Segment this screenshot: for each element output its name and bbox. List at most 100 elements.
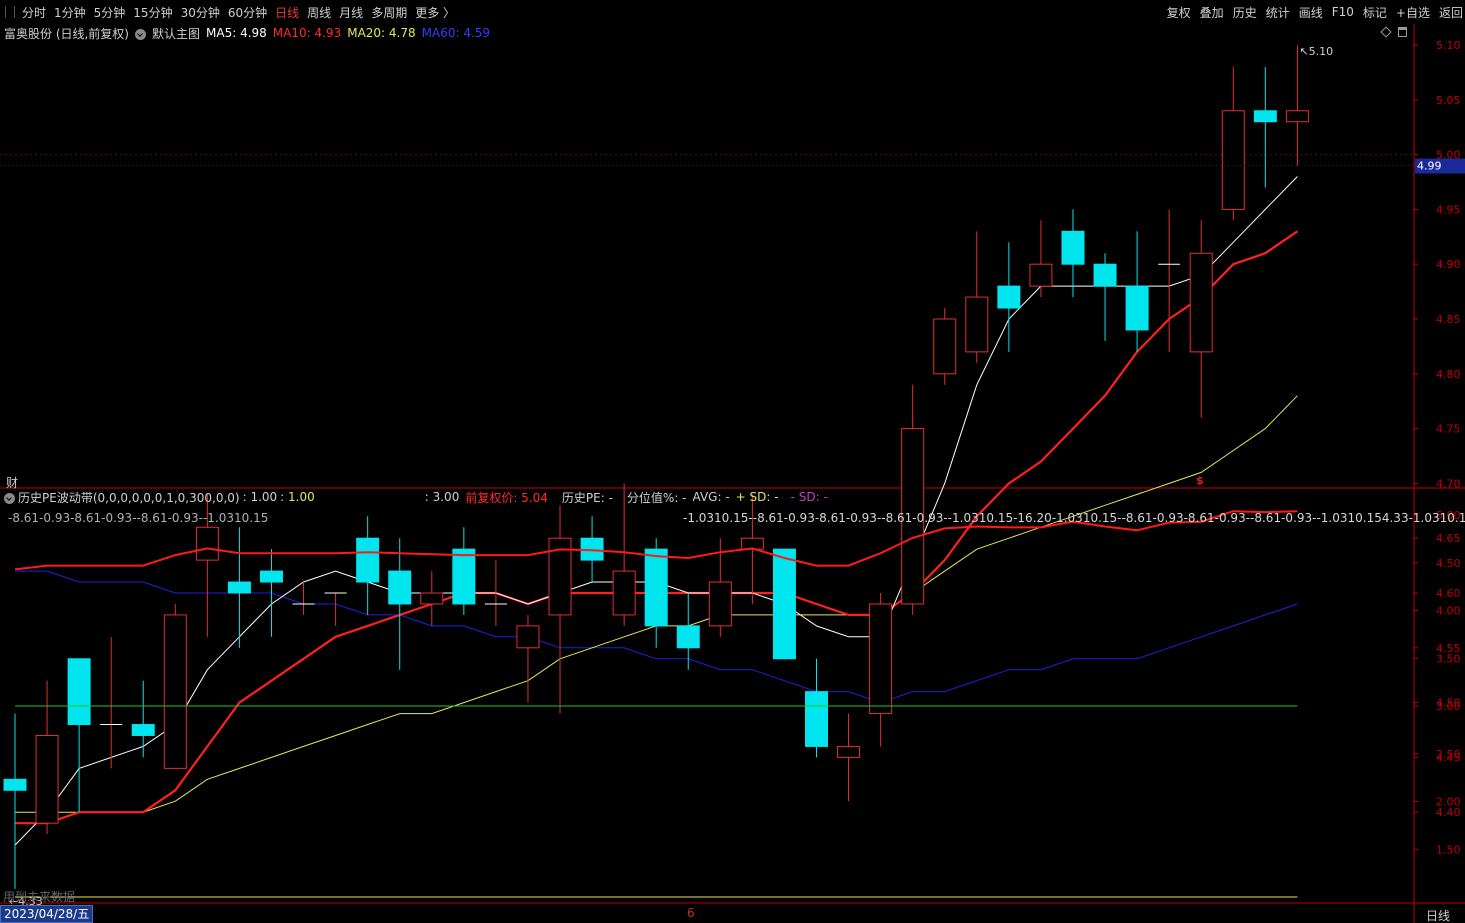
candle [1221, 66, 1245, 221]
candle [805, 658, 828, 758]
candle [163, 603, 187, 769]
y-tick-label: 1.50 [1436, 843, 1461, 856]
candle-body [1029, 263, 1053, 287]
high-price-label: ↖5.10 [1299, 45, 1333, 58]
cursor-date: 2023/04/28/五 [0, 905, 94, 923]
y-tick-label: 4.75 [1436, 423, 1461, 436]
indicator-header: 历史PE波动带(0,0,0,0,0,0,1,0,300,0,0) : 1.00 … [4, 489, 831, 505]
candle-body [516, 625, 540, 649]
candle [548, 505, 572, 714]
candle [227, 527, 251, 648]
candle [1158, 209, 1181, 352]
candle-body [35, 734, 59, 824]
candle-body [965, 296, 989, 353]
y-tick-label: 4.00 [1436, 605, 1461, 618]
candle [676, 593, 700, 670]
candle-body [1285, 110, 1309, 123]
candle [1125, 231, 1149, 352]
candle-body [3, 778, 27, 791]
future-data-note: 用到未来数据 [3, 890, 76, 904]
y-tick-label: 4.50 [1436, 557, 1461, 570]
candle-body [1253, 110, 1277, 123]
y-tick-label: 5.05 [1436, 94, 1461, 107]
candle-body [131, 724, 155, 736]
candle-body [676, 625, 700, 649]
candle [1285, 45, 1309, 166]
candle-body [869, 603, 893, 715]
indicator-text-left: -8.61-0.93-8.61-0.93--8.61-0.93--1.0310.… [8, 511, 269, 525]
candle [131, 680, 155, 758]
candle-body [708, 581, 732, 627]
candle [452, 527, 476, 615]
candle-body [420, 592, 444, 605]
candle [35, 680, 59, 835]
candle-body [1189, 252, 1213, 353]
candle [356, 516, 380, 615]
candle-body [67, 658, 91, 726]
indicator-text-right: -1.0310.15--8.61-0.93-8.61-0.93--8.61-0.… [683, 511, 1465, 525]
candle [837, 713, 861, 802]
y-tick-label: 2.00 [1436, 796, 1461, 809]
current-price-label: 4.99 [1417, 160, 1442, 173]
candle-body [259, 570, 283, 583]
candle-body [356, 537, 380, 583]
candle-body [805, 691, 828, 747]
candle-body [837, 745, 861, 758]
prev-price: 前复权价: 5.04 [465, 490, 548, 505]
candle-body [997, 285, 1021, 309]
candle-body [195, 526, 219, 561]
candle-body [452, 548, 476, 605]
indicator-v1-label: : 1.00 [242, 490, 278, 504]
candle [933, 308, 957, 385]
y-tick-label: 5.10 [1436, 39, 1461, 52]
candle [100, 636, 123, 769]
sd-plus: + SD: - [735, 490, 779, 504]
sd-minus: - SD: - [790, 490, 828, 504]
candle-body [644, 548, 668, 627]
y-tick-label: 4.85 [1436, 313, 1461, 326]
candle [1093, 253, 1117, 341]
candle [1061, 209, 1085, 298]
event-marker[interactable]: $ [1196, 474, 1204, 487]
indicator-v2: : 3.00 [424, 490, 460, 504]
y-tick-label: 2.50 [1436, 748, 1461, 761]
candle-body [933, 318, 957, 375]
candle-body [163, 614, 187, 769]
candle-body [227, 581, 251, 594]
y-tick-label: 4.90 [1436, 258, 1461, 271]
y-tick-label: 4.95 [1436, 203, 1461, 216]
candle [869, 593, 893, 747]
percentile: 分位值%: - [626, 490, 687, 505]
y-tick-label: 4.80 [1436, 368, 1461, 381]
candle [3, 713, 27, 889]
candle-body [612, 570, 636, 616]
candle [388, 538, 412, 670]
candle-body [1125, 285, 1149, 331]
indicator-v1-value: : 1.00 [280, 490, 315, 504]
candle [1189, 220, 1213, 418]
period-label: 日线 [1426, 909, 1451, 923]
candle [420, 571, 444, 626]
candle-body [1093, 263, 1117, 287]
candle [67, 658, 91, 813]
avg: AVG: - [692, 490, 730, 504]
candle-body [1221, 110, 1245, 210]
indicator-name[interactable]: 历史PE波动带(0,0,0,0,0,0,1,0,300,0,0) [18, 489, 240, 506]
y-tick-label: 4.60 [1436, 587, 1461, 600]
y-tick-label: 4.70 [1436, 477, 1461, 490]
candle [1029, 220, 1053, 298]
candle [901, 384, 925, 615]
candle [516, 614, 540, 703]
y-tick-label: 3.50 [1436, 652, 1461, 665]
candle-body [388, 570, 412, 605]
candle [965, 231, 989, 363]
candle-body [1061, 230, 1085, 265]
kline-chart[interactable]: 4.404.454.504.554.604.654.704.754.804.85… [0, 0, 1465, 923]
indicator-dropdown-icon[interactable] [4, 492, 15, 504]
month-marker: 6 [687, 906, 695, 920]
candle [772, 548, 796, 660]
hist-pe: 历史PE: - [561, 490, 613, 505]
candle [1253, 66, 1277, 188]
y-tick-label: 4.65 [1436, 532, 1461, 545]
candle [324, 592, 347, 626]
